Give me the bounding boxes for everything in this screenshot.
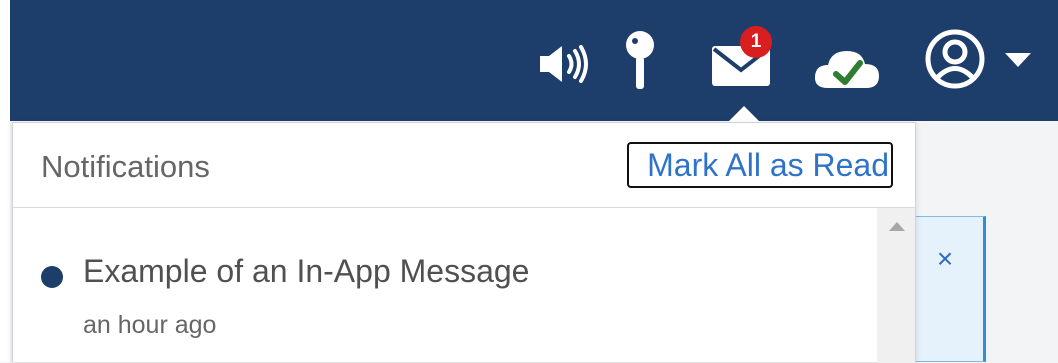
scroll-up-arrow-icon[interactable] bbox=[889, 222, 905, 231]
notification-item[interactable]: Example of an In-App Message an hour ago bbox=[13, 208, 875, 363]
user-avatar-icon[interactable] bbox=[925, 29, 985, 89]
dropdown-pointer bbox=[728, 106, 760, 122]
top-navigation-bar: 1 bbox=[0, 0, 1058, 121]
notifications-dropdown: Notifications Mark All as Read Example o… bbox=[12, 122, 916, 363]
unread-dot-icon bbox=[41, 266, 63, 288]
caret-down-icon[interactable] bbox=[1004, 52, 1032, 68]
megaphone-icon[interactable] bbox=[538, 42, 594, 86]
notifications-title: Notifications bbox=[41, 149, 210, 184]
pin-icon[interactable] bbox=[620, 30, 660, 90]
scrollbar[interactable] bbox=[877, 208, 915, 363]
unread-count-badge: 1 bbox=[740, 26, 772, 58]
close-alert-icon[interactable]: × bbox=[930, 244, 960, 274]
notification-title[interactable]: Example of an In-App Message bbox=[83, 253, 529, 290]
notification-timestamp: an hour ago bbox=[83, 311, 217, 339]
mark-all-read-link[interactable]: Mark All as Read bbox=[627, 142, 893, 188]
left-gutter bbox=[0, 0, 10, 362]
cloud-check-icon[interactable] bbox=[812, 46, 882, 90]
notifications-header: Notifications Mark All as Read bbox=[13, 123, 915, 208]
